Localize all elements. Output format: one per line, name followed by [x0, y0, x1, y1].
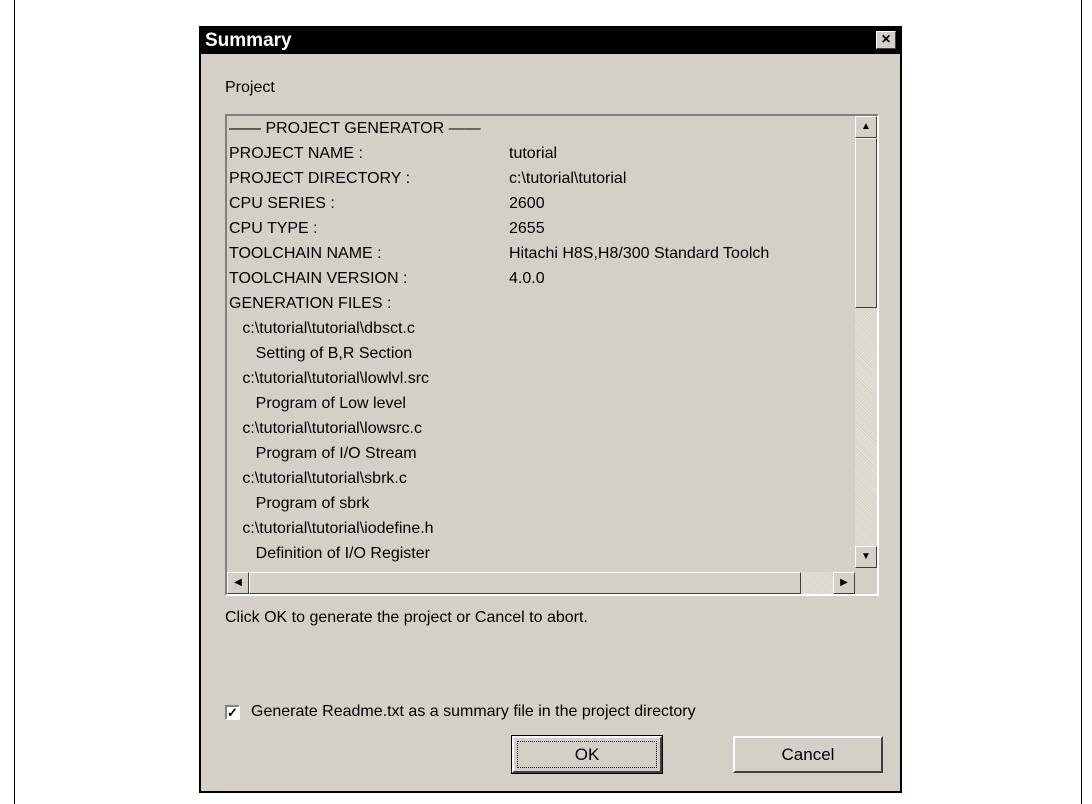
summary-row-value: 2600 [509, 195, 545, 212]
arrow-left-icon: ◀ [234, 577, 242, 588]
summary-row-label: PROJECT NAME : [229, 145, 363, 162]
summary-row-value: Hitachi H8S,H8/300 Standard Toolch [509, 245, 770, 262]
summary-row-label: c:\tutorial\tutorial\iodefine.h [229, 520, 434, 537]
summary-row-label: c:\tutorial\tutorial\dbsct.c [229, 320, 415, 337]
project-label: Project [225, 79, 275, 96]
project-summary-list[interactable]: —— PROJECT GENERATOR —— PROJECT NAME : tut… [225, 114, 879, 596]
scroll-down-button[interactable]: ▼ [855, 546, 877, 568]
summary-row-label: Program of Low level [229, 395, 406, 412]
summary-row-label: c:\tutorial\tutorial\lowsrc.c [229, 420, 422, 437]
vertical-scroll-thumb[interactable] [855, 138, 877, 308]
summary-row-value: c:\tutorial\tutorial [509, 170, 627, 187]
arrow-down-icon: ▼ [861, 551, 871, 562]
summary-row-label: GENERATION FILES : [229, 295, 392, 312]
arrow-right-icon: ▶ [840, 577, 848, 588]
horizontal-scroll-thumb[interactable] [249, 572, 801, 594]
title-bar: Summary × [201, 28, 900, 54]
summary-row-label: CPU TYPE : [229, 220, 318, 237]
horizontal-scrollbar[interactable]: ◀ ▶ [227, 572, 855, 594]
summary-row-label: —— PROJECT GENERATOR —— [229, 120, 481, 137]
dialog-title: Summary [205, 30, 292, 51]
summary-row-label: CPU SERIES : [229, 195, 335, 212]
summary-row-label: Definition of I/O Register [229, 545, 430, 562]
summary-row-label: TOOLCHAIN NAME : [229, 245, 382, 262]
readme-checkbox[interactable]: ✓ [225, 705, 240, 720]
close-button[interactable]: × [876, 31, 896, 49]
scroll-up-button[interactable]: ▲ [855, 116, 877, 138]
summary-row-value: tutorial [509, 145, 558, 162]
ok-button[interactable]: OK [511, 735, 663, 774]
cancel-button-label: Cancel [781, 745, 835, 764]
summary-row-label: Setting of B,R Section [229, 345, 413, 362]
summary-row-label: c:\tutorial\tutorial\lowlvl.src [229, 370, 430, 387]
vertical-scrollbar[interactable]: ▲ ▼ [855, 116, 877, 568]
horizontal-scroll-track[interactable] [801, 572, 833, 594]
summary-row-label: Program of sbrk [229, 495, 370, 512]
focus-rectangle [517, 741, 657, 768]
instruction-text: Click OK to generate the project or Canc… [225, 609, 588, 626]
summary-row-value: 2655 [509, 220, 545, 237]
summary-row-value: 4.0.0 [509, 270, 545, 287]
scroll-left-button[interactable]: ◀ [227, 572, 249, 594]
summary-row-label: c:\tutorial\tutorial\sbrk.c [229, 470, 407, 487]
summary-row-label: Program of I/O Stream [229, 445, 417, 462]
scroll-right-button[interactable]: ▶ [833, 572, 855, 594]
summary-row-label: PROJECT DIRECTORY : [229, 170, 411, 187]
arrow-up-icon: ▲ [861, 121, 871, 132]
close-icon: × [881, 31, 891, 48]
cancel-button[interactable]: Cancel [733, 736, 883, 773]
summary-text: —— PROJECT GENERATOR —— PROJECT NAME : tut… [229, 118, 855, 570]
summary-row-label: TOOLCHAIN VERSION : [229, 270, 408, 287]
summary-dialog: Summary × Project —— PROJECT GENERATOR —… [199, 26, 902, 793]
readme-checkbox-label[interactable]: Generate Readme.txt as a summary file in… [251, 703, 696, 721]
